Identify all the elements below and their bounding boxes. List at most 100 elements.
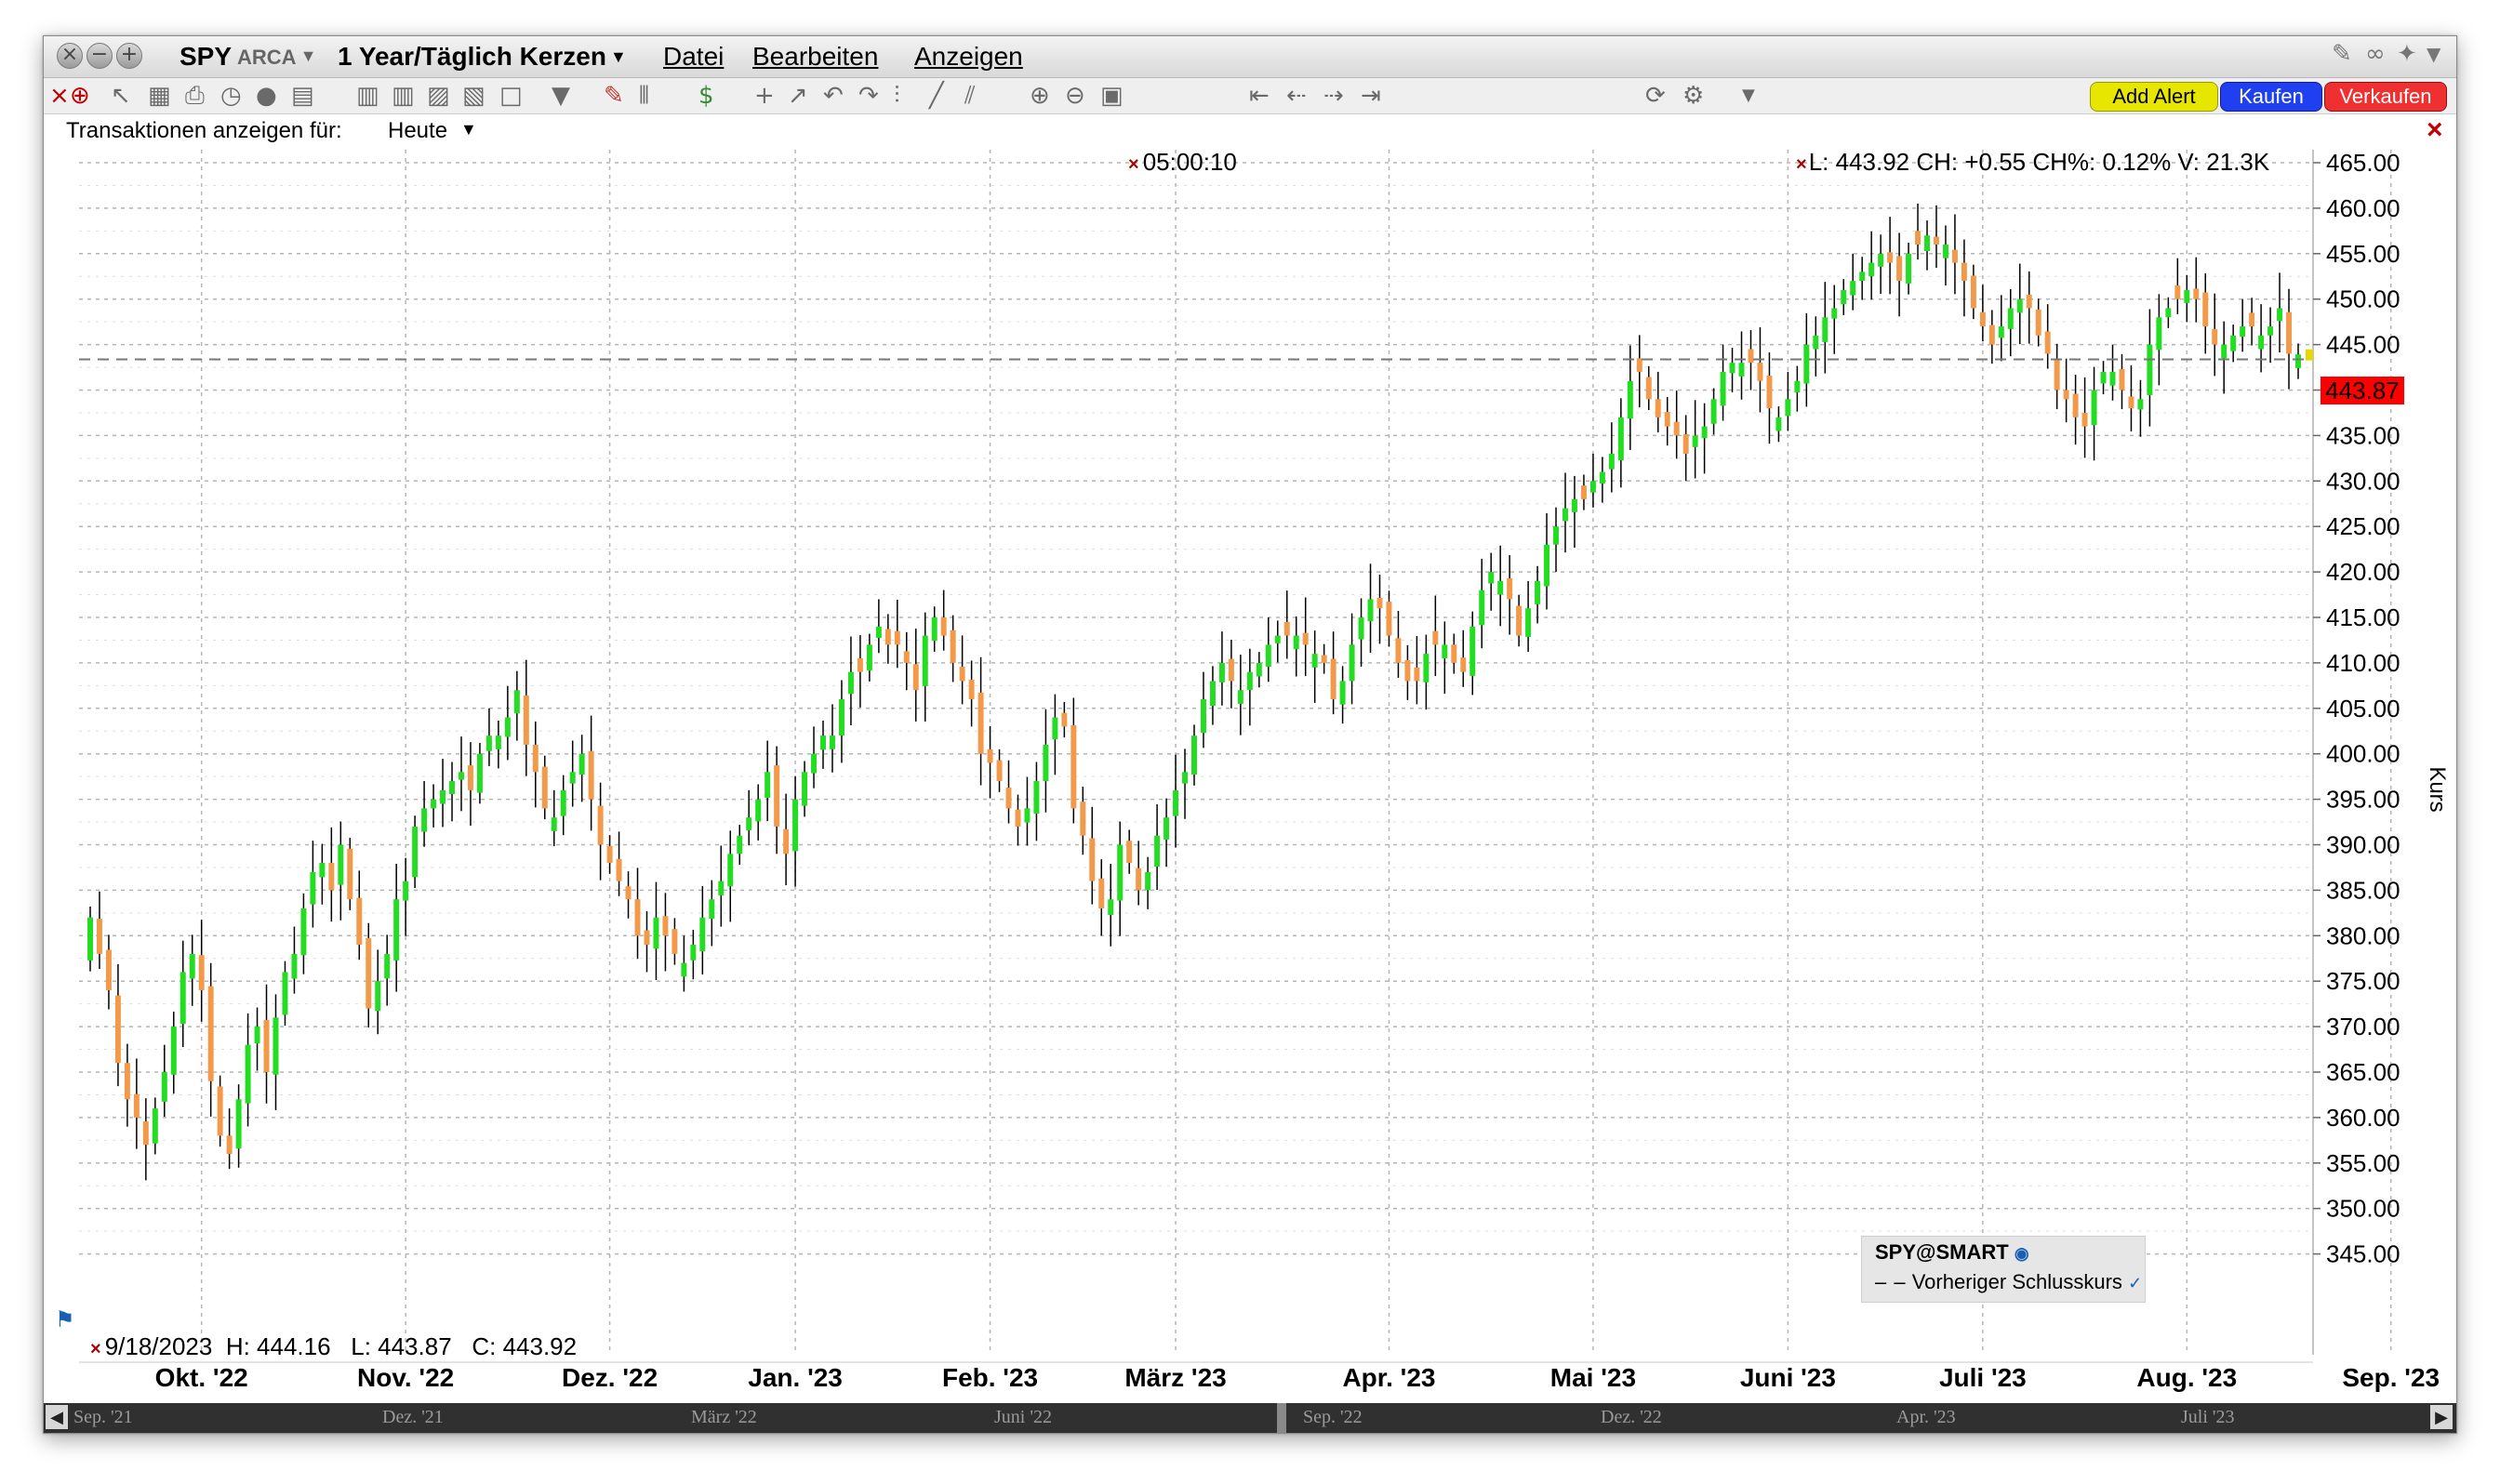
- candle-down: [1516, 605, 1523, 636]
- time-scrollbar[interactable]: ◀ Sep. '21 Dez. '21 März '22 Juni '22 Se…: [44, 1403, 2456, 1433]
- candle-up: [2100, 371, 2107, 384]
- scroll-left-arrow-icon[interactable]: ◀: [46, 1405, 68, 1429]
- candle-down: [2081, 412, 2088, 427]
- candle-up: [2137, 399, 2144, 410]
- scroll-right-arrow-icon[interactable]: ▶: [2430, 1405, 2453, 1429]
- candle-down: [894, 630, 900, 645]
- y-tick-label: 455.00: [2326, 240, 2400, 268]
- candle-down: [1386, 602, 1392, 636]
- candle-down: [1321, 655, 1327, 663]
- candle-down: [105, 949, 112, 990]
- x-tick-label: Dez. '22: [562, 1363, 658, 1392]
- candle-down: [1005, 788, 1012, 809]
- candle-up: [2184, 289, 2190, 303]
- candle-down: [207, 986, 214, 1081]
- candle-up: [1339, 681, 1346, 705]
- candle-down: [366, 937, 372, 1009]
- candle-down: [1015, 809, 1021, 827]
- candle-up: [1479, 590, 1485, 626]
- candle-up: [1544, 544, 1550, 587]
- candle-up: [1349, 644, 1355, 682]
- x-tick-label: Jan. '23: [748, 1363, 843, 1392]
- candle-up: [1293, 635, 1299, 650]
- y-tick-label: 385.00: [2326, 876, 2400, 904]
- candle-up: [875, 626, 882, 639]
- candle-up: [2147, 344, 2153, 395]
- candle-up: [820, 735, 827, 750]
- candle-down: [987, 749, 993, 763]
- candle-up: [458, 772, 464, 780]
- candle-up: [1841, 289, 1847, 305]
- candle-up: [709, 899, 715, 920]
- candle-down: [2119, 369, 2125, 391]
- candlestick-chart[interactable]: 345.00 350.00 355.00 360.00 365.00 370.00 375.…: [44, 36, 2456, 1433]
- candle-up: [319, 863, 326, 878]
- candle-up: [802, 772, 808, 806]
- candle-down: [597, 805, 604, 845]
- y-tick-label: 380.00: [2326, 921, 2400, 949]
- candle-down: [2128, 396, 2134, 409]
- candle-up: [1599, 471, 1605, 484]
- candle-up: [1813, 335, 1819, 350]
- x-tick-label: Okt. '22: [155, 1363, 248, 1392]
- candle-down: [1070, 724, 1077, 809]
- candle-up: [1525, 608, 1532, 637]
- y-tick-label: 400.00: [2326, 740, 2400, 768]
- candle-down: [1757, 363, 1763, 381]
- candle-up: [338, 844, 344, 885]
- candle-up: [1117, 844, 1124, 901]
- candle-up: [718, 881, 725, 895]
- candle-up: [931, 617, 938, 642]
- y-tick-label: 420.00: [2326, 558, 2400, 586]
- x-tick-label: Feb. '23: [942, 1363, 1038, 1392]
- candle-up: [291, 953, 298, 979]
- candle-up: [1311, 654, 1318, 668]
- candle-down: [2054, 358, 2060, 391]
- candle-up: [1692, 435, 1698, 447]
- candle-up: [1164, 817, 1170, 840]
- candle-up: [811, 753, 818, 774]
- chart-area: 345.00 350.00 355.00 360.00 365.00 370.00 375.…: [44, 36, 2456, 1433]
- candle-up: [476, 753, 483, 793]
- candle-up: [1729, 363, 1735, 374]
- candle-up: [1627, 380, 1633, 419]
- candle-up: [1924, 235, 1931, 252]
- x-tick-label: Juni '23: [1740, 1363, 1836, 1392]
- candle-down: [1970, 275, 1976, 309]
- scrollbar-thumb[interactable]: [1277, 1403, 1286, 1433]
- candle-up: [569, 772, 576, 784]
- candle-down: [662, 916, 669, 936]
- candle-down: [2072, 393, 2079, 417]
- scrollbar-label: März '22: [691, 1407, 757, 1427]
- candle-down: [1673, 421, 1680, 436]
- candle-up: [2165, 308, 2172, 318]
- candle-up: [1033, 781, 1040, 814]
- candle-up: [727, 854, 734, 887]
- candle-up: [829, 735, 835, 749]
- candle-up: [1850, 281, 1856, 296]
- scrollbar-label: Juni '22: [994, 1407, 1052, 1427]
- candle-up: [1608, 453, 1615, 470]
- candle-up: [1859, 272, 1866, 282]
- candle-up: [1367, 599, 1374, 622]
- candle-down: [124, 1063, 130, 1100]
- candle-down: [1664, 412, 1670, 427]
- candle-down: [1507, 577, 1513, 600]
- candle-up: [2267, 326, 2274, 336]
- candle-up: [1182, 772, 1189, 784]
- y-tick-label: 465.00: [2326, 149, 2400, 177]
- candle-down: [1228, 658, 1234, 682]
- previous-close-line: [79, 349, 2313, 361]
- candle-up: [1237, 690, 1243, 704]
- candle-down: [616, 858, 622, 881]
- candle-down: [2063, 390, 2069, 400]
- candle-down: [940, 616, 947, 636]
- candle-up: [1423, 654, 1430, 682]
- candle-up: [431, 799, 437, 809]
- candle-down: [1098, 878, 1105, 908]
- candle-up: [1535, 580, 1541, 604]
- candle-up: [170, 1027, 177, 1075]
- candle-up: [1617, 417, 1624, 461]
- candle-up: [1720, 371, 1726, 406]
- candle-down: [996, 760, 1003, 782]
